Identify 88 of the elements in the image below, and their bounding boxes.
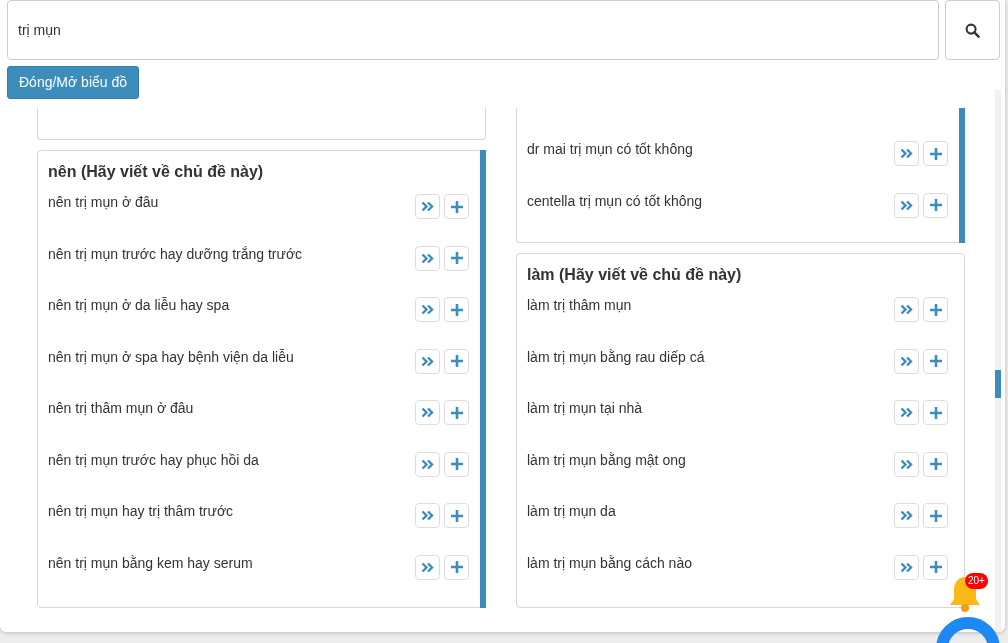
- expand-button[interactable]: [894, 554, 919, 580]
- expand-button[interactable]: [894, 297, 919, 322]
- double-chevron-icon: [900, 148, 913, 159]
- add-button[interactable]: [444, 554, 469, 580]
- plus-icon: [449, 302, 464, 317]
- double-chevron-icon: [421, 407, 434, 418]
- double-chevron-icon: [421, 201, 434, 212]
- add-button[interactable]: [444, 348, 469, 374]
- keyword-text: làm trị mụn bằng rau diếp cá: [527, 347, 706, 366]
- plus-icon: [928, 354, 943, 368]
- expand-button[interactable]: [894, 192, 919, 218]
- keyword-text: nên trị thâm mụn ở đâu: [48, 399, 195, 417]
- expand-button[interactable]: [415, 503, 440, 528]
- plus-icon: [449, 405, 464, 420]
- expand-button[interactable]: [894, 451, 919, 477]
- keyword-text: nên trị mụn trước hay dưỡng trắng trước: [48, 244, 304, 263]
- add-button[interactable]: [444, 400, 469, 425]
- plus-icon: [449, 560, 464, 574]
- plus-icon: [928, 457, 943, 471]
- plus-icon: [928, 405, 943, 420]
- keyword-text: nên trị mụn ở spa hay bệnh viện da liễu: [48, 347, 295, 366]
- add-button[interactable]: [444, 451, 469, 477]
- double-chevron-icon: [421, 304, 434, 315]
- keyword-text: centella trị mụn có tốt không: [527, 191, 704, 210]
- keyword-text: nên trị mụn ở đâu: [48, 193, 160, 211]
- expand-button[interactable]: [894, 400, 919, 425]
- expand-button[interactable]: [894, 141, 919, 166]
- keyword-text: nên trị mụn bằng kem hay serum: [48, 553, 254, 572]
- keyword-text: nên trị mụn hay trị thâm trước: [48, 502, 235, 520]
- add-button[interactable]: [444, 297, 469, 322]
- search-field[interactable]: trị mụn: [7, 0, 939, 60]
- expand-button[interactable]: [415, 297, 440, 322]
- add-button[interactable]: [923, 400, 948, 425]
- toggle-chart-button[interactable]: Đóng/Mở biểu đồ: [7, 66, 140, 99]
- add-button[interactable]: [923, 503, 948, 528]
- card-title: làm (Hãy viết về chủ đề này): [527, 265, 743, 285]
- double-chevron-icon: [900, 355, 913, 367]
- keyword-text: làm trị mụn da: [527, 502, 617, 520]
- keyword-text: nên trị mụn trước hay phục hồi da: [48, 450, 260, 469]
- add-button[interactable]: [444, 503, 469, 528]
- add-button[interactable]: [923, 451, 948, 477]
- add-button[interactable]: [923, 192, 948, 218]
- plus-icon: [928, 198, 943, 212]
- double-chevron-icon: [421, 510, 434, 521]
- plus-icon: [449, 508, 464, 523]
- add-button[interactable]: [923, 141, 948, 166]
- expand-button[interactable]: [415, 348, 440, 374]
- notification-badge: 20+: [965, 573, 988, 589]
- card-title: nên (Hãy viết về chủ đề này): [48, 162, 265, 182]
- double-chevron-icon: [900, 199, 913, 211]
- double-chevron-icon: [421, 458, 434, 470]
- double-chevron-icon: [421, 355, 434, 367]
- double-chevron-icon: [900, 458, 913, 470]
- keyword-text: nên trị mụn ở da liễu hay spa: [48, 296, 231, 314]
- expand-button[interactable]: [415, 554, 440, 580]
- keyword-text: dr mai trị mụn có tốt không: [527, 140, 694, 158]
- scrollbar-thumb[interactable]: [995, 370, 1001, 398]
- plus-icon: [928, 146, 943, 161]
- expand-button[interactable]: [415, 245, 440, 271]
- plus-icon: [928, 302, 943, 317]
- expand-button[interactable]: [415, 194, 440, 219]
- double-chevron-icon: [900, 407, 913, 418]
- add-button[interactable]: [923, 348, 948, 374]
- expand-button[interactable]: [894, 348, 919, 374]
- plus-icon: [449, 199, 464, 214]
- double-chevron-icon: [900, 510, 913, 521]
- double-chevron-icon: [421, 252, 434, 264]
- add-button[interactable]: [923, 554, 948, 580]
- keyword-text: làm trị mụn bằng cách nào: [527, 553, 693, 572]
- search-button[interactable]: [945, 0, 1000, 60]
- plus-icon: [928, 560, 943, 574]
- double-chevron-icon: [900, 561, 913, 573]
- plus-icon: [449, 354, 464, 368]
- double-chevron-icon: [421, 561, 434, 573]
- expand-button[interactable]: [894, 503, 919, 528]
- keyword-text: làm trị thâm mụn: [527, 296, 633, 314]
- plus-icon: [928, 508, 943, 523]
- expand-button[interactable]: [415, 451, 440, 477]
- add-button[interactable]: [444, 245, 469, 271]
- double-chevron-icon: [900, 304, 913, 315]
- keyword-text: làm trị mụn tại nhà: [527, 399, 644, 417]
- search-icon: [965, 22, 980, 38]
- keyword-text: làm trị mụn bằng mật ong: [527, 450, 687, 469]
- add-button[interactable]: [444, 194, 469, 219]
- plus-icon: [449, 457, 464, 471]
- expand-button[interactable]: [415, 400, 440, 425]
- add-button[interactable]: [923, 297, 948, 322]
- plus-icon: [449, 251, 464, 265]
